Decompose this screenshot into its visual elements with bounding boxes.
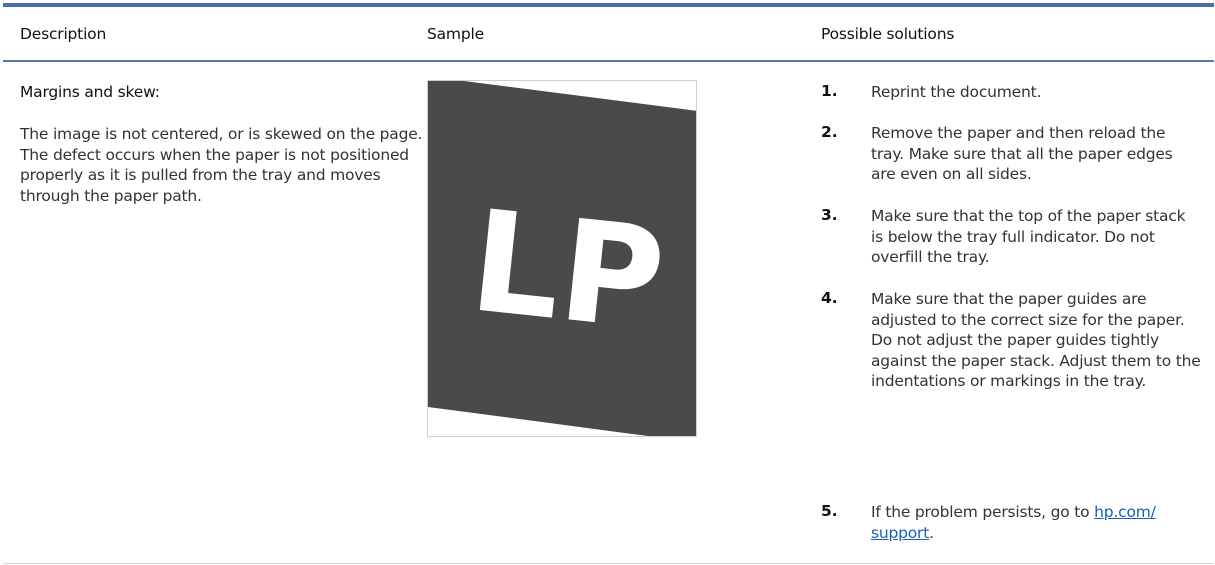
step-number: 5. [821,502,838,520]
support-link-part2: support [871,523,930,542]
step-text: Make sure that the paper guides are adju… [871,290,1201,390]
step-text-before: If the problem persists, go to [871,503,1095,521]
step-text: Reprint the document. [871,83,1042,101]
sample-lp-text: LP [464,180,672,362]
sample-letters: LP [464,180,672,362]
step-text: If the problem persists, go to hp.com/su… [871,502,1201,543]
header-divider [3,60,1214,62]
step-text-after: . [929,523,934,542]
step-number: 3. [821,206,838,224]
skewed-page-illustration: LP [428,81,696,436]
sample-image: LP [427,80,697,437]
column-header-solutions: Possible solutions [821,25,955,43]
defect-title: Margins and skew: [20,83,160,101]
step-text: Make sure that the top of the paper stac… [871,207,1186,266]
step-text: Remove the paper and then reload the tra… [871,124,1173,183]
step-number: 1. [821,82,838,100]
column-header-description: Description [20,25,107,43]
table-bottom-rule [3,563,1214,564]
table-top-rule [3,3,1214,7]
defect-description: The image is not centered, or is skewed … [20,125,423,205]
support-link-part1: hp.com/ [1094,503,1156,521]
step-number: 4. [821,289,838,307]
step-number: 2. [821,123,838,141]
column-header-sample: Sample [427,25,484,43]
